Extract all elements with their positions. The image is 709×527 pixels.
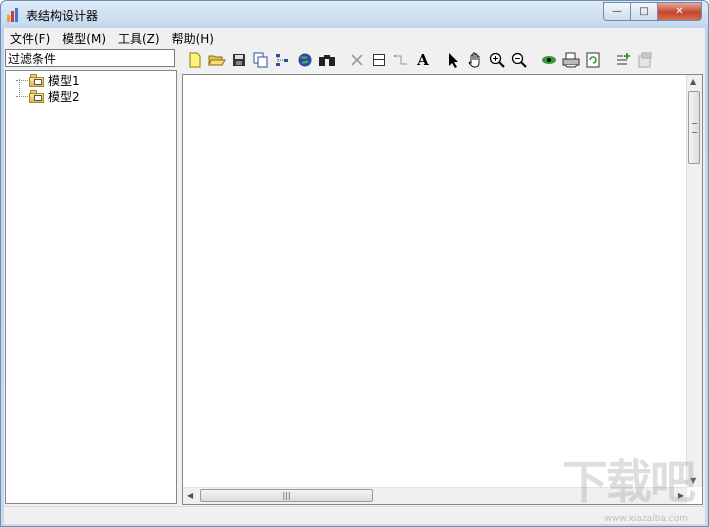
- tree-item-label: 模型2: [48, 89, 80, 104]
- menu-bar: 文件(F) 模型(M) 工具(Z) 帮助(H): [4, 28, 705, 47]
- vertical-scroll-thumb[interactable]: [688, 91, 700, 164]
- title-bar[interactable]: 表结构设计器 — □ ✕: [1, 1, 708, 28]
- tree-item-label: 模型1: [48, 73, 80, 88]
- pointer-icon[interactable]: [442, 50, 464, 70]
- right-pane: A ▲ ▼ ◀ ||| ▶: [180, 47, 705, 506]
- scroll-left-icon[interactable]: ◀: [187, 491, 193, 500]
- eye-icon[interactable]: [538, 50, 560, 70]
- maximize-button[interactable]: □: [631, 2, 658, 21]
- menu-help[interactable]: 帮助(H): [166, 28, 220, 47]
- vertical-scrollbar[interactable]: ▲ ▼: [686, 75, 702, 487]
- app-window: 表结构设计器 — □ ✕ 文件(F) 模型(M) 工具(Z) 帮助(H) 过滤条…: [0, 0, 709, 527]
- watermark-url: www.xiazaiba.com: [604, 514, 688, 524]
- globe-icon[interactable]: [294, 50, 316, 70]
- tree-icon[interactable]: [272, 50, 294, 70]
- model-folder-icon: [29, 73, 45, 87]
- table-icon[interactable]: [368, 50, 390, 70]
- copy-icon[interactable]: [250, 50, 272, 70]
- model-tree[interactable]: 模型1 模型2: [5, 70, 177, 504]
- scroll-up-icon[interactable]: ▲: [690, 77, 696, 86]
- toolbar: A: [184, 49, 701, 71]
- refresh-icon[interactable]: [582, 50, 604, 70]
- close-button[interactable]: ✕: [658, 2, 702, 21]
- window-title: 表结构设计器: [26, 9, 99, 23]
- left-pane: 过滤条件 模型1 模型2: [4, 47, 178, 506]
- menu-tools[interactable]: 工具(Z): [112, 28, 166, 47]
- tree-item-model2[interactable]: 模型2: [16, 88, 80, 104]
- text-icon[interactable]: A: [412, 50, 434, 70]
- open-folder-icon[interactable]: [206, 50, 228, 70]
- print-icon[interactable]: [560, 50, 582, 70]
- add-list-icon[interactable]: [612, 50, 634, 70]
- zoom-in-icon[interactable]: [486, 50, 508, 70]
- caption-buttons: — □ ✕: [603, 2, 702, 21]
- hand-icon[interactable]: [464, 50, 486, 70]
- tree-item-model1[interactable]: 模型1: [16, 72, 80, 88]
- filter-input[interactable]: 过滤条件: [5, 49, 175, 67]
- binoculars-icon[interactable]: [316, 50, 338, 70]
- minimize-button[interactable]: —: [603, 2, 631, 21]
- save-icon[interactable]: [228, 50, 250, 70]
- tree-connector: [16, 95, 28, 97]
- zoom-out-icon[interactable]: [508, 50, 530, 70]
- menu-file[interactable]: 文件(F): [4, 28, 56, 47]
- menu-model[interactable]: 模型(M): [56, 28, 112, 47]
- client-area: 过滤条件 模型1 模型2 A ▲ ▼ ◀ ||| ▶: [4, 47, 705, 506]
- design-canvas[interactable]: ▲ ▼ ◀ ||| ▶: [182, 74, 703, 505]
- new-file-icon[interactable]: [184, 50, 206, 70]
- delete-icon[interactable]: [346, 50, 368, 70]
- app-icon: [7, 8, 21, 22]
- horizontal-scroll-thumb[interactable]: |||: [200, 489, 373, 502]
- tree-connector: [16, 79, 28, 81]
- model-folder-icon: [29, 89, 45, 103]
- properties-icon[interactable]: [634, 50, 656, 70]
- watermark-logo: 下载吧: [562, 455, 696, 509]
- connector-icon[interactable]: [390, 50, 412, 70]
